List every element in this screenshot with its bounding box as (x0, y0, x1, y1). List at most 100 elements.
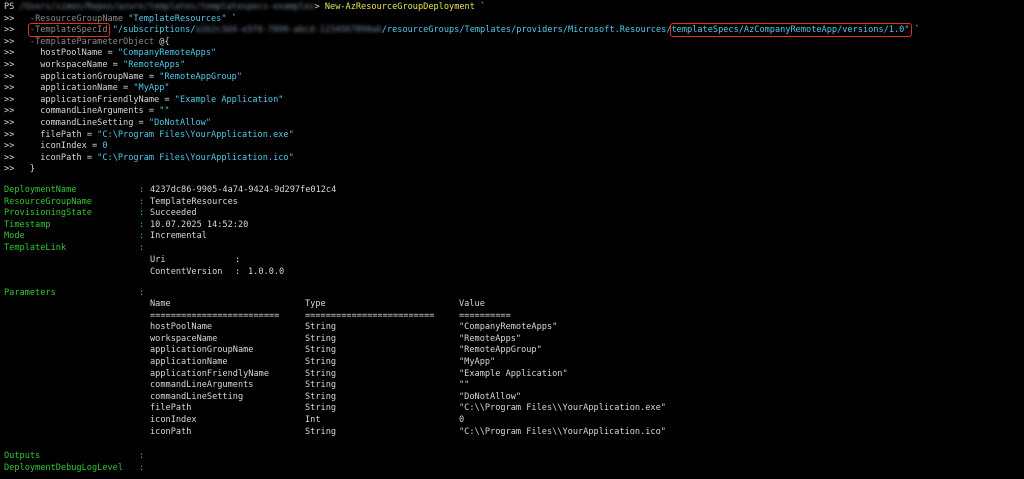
table-cell: "CompanyRemoteApps" (459, 322, 558, 333)
hashtable-entry: >> applicationFriendlyName = "Example Ap… (4, 95, 283, 107)
table-cell: "" (459, 380, 470, 391)
table-header: Type (305, 299, 326, 309)
hashtable-key: commandLineSetting (40, 118, 134, 128)
continuation-prompt: >> (4, 129, 15, 140)
table-cell: String (305, 403, 337, 414)
param-template-spec-id: -TemplateSpecId (27, 23, 110, 38)
hashtable-equals: = (81, 152, 98, 163)
table-cell: Int (305, 415, 321, 425)
continuation-prompt: >> (4, 94, 15, 105)
hashtable-value: "C:\Program Files\YourApplication.exe" (97, 129, 294, 140)
hashtable-value: "RemoteAppGroup" (159, 71, 243, 82)
template-link-version-value: 1.0.0.0 (248, 266, 285, 277)
hashtable-entry: >> applicationGroupName = "RemoteAppGrou… (4, 72, 242, 84)
table-cell: "RemoteAppGroup" (459, 345, 542, 356)
output-colon: : (139, 185, 145, 195)
hashtable-entry: >> iconIndex = 0 (4, 141, 108, 153)
hashtable-value: "MyApp" (133, 83, 170, 94)
output-colon: : (235, 266, 241, 277)
continuation-prompt: >> (4, 60, 15, 70)
param-value: "TemplateResources" (128, 13, 227, 24)
table-cell: commandLineArguments (150, 380, 254, 391)
ps-label: PS (4, 2, 15, 12)
table-cell: String (305, 333, 337, 344)
hashtable-equals: = (86, 141, 103, 152)
continuation-prompt: >> (4, 141, 15, 152)
prompt-gt: > (314, 2, 320, 12)
output-label: Outputs (4, 451, 41, 461)
hashtable-key: filePath (40, 129, 82, 140)
command-name: New-AzResourceGroupDeployment (324, 2, 475, 12)
continuation-prompt: >> (4, 48, 15, 59)
table-cell: applicationName (150, 357, 228, 367)
continuation-prompt: >> (4, 25, 15, 36)
line-continuation: ` (480, 2, 486, 12)
command-line: PS /Users/simon/Repos/azure/templates/te… (4, 2, 485, 14)
table-cell: "DoNotAllow" (459, 391, 522, 402)
table-cell: "RemoteApps" (459, 333, 522, 344)
continuation-prompt: >> (4, 152, 15, 163)
table-header: Value (459, 299, 485, 309)
hashtable-entry: >> commandLineArguments = "" (4, 106, 170, 118)
table-cell: "MyApp" (459, 357, 496, 367)
table-cell: 0 (459, 415, 465, 425)
terminal-window[interactable]: PS /Users/simon/Repos/azure/templates/te… (0, 0, 1024, 479)
hashtable-close: } (29, 164, 36, 175)
hashtable-key: hostPoolName (40, 48, 103, 59)
hashtable-entry: >> filePath = "C:\Program Files\YourAppl… (4, 130, 294, 142)
table-cell: String (305, 391, 337, 402)
redacted-subscription-id: a1b2c3d4-e5f6-7890-abcd-1234567890ab (195, 25, 382, 36)
table-cell: commandLineSetting (150, 391, 244, 402)
output-value: TemplateResources (150, 196, 238, 207)
line-continuation: ` (914, 25, 920, 36)
hashtable-key: commandLineArguments (40, 106, 144, 117)
continuation-prompt: >> (4, 106, 15, 117)
hashtable-value: "CompanyRemoteApps" (117, 48, 217, 59)
hashtable-key: iconPath (40, 152, 82, 163)
output-colon: : (139, 208, 145, 219)
hashtable-equals: = (143, 71, 160, 82)
hashtable-equals: = (143, 106, 160, 117)
hashtable-equals: = (133, 118, 149, 128)
hashtable-entry: >> applicationName = "MyApp" (4, 83, 170, 95)
table-cell: applicationGroupName (150, 345, 254, 356)
template-link-version-label: ContentVersion (150, 266, 223, 277)
output-value: Incremental (150, 231, 207, 242)
output-label: Parameters (4, 288, 56, 298)
output-colon: : (139, 462, 145, 473)
table-cell: iconIndex (150, 415, 197, 425)
command-line: >> -TemplateParameterObject @{ (4, 37, 170, 49)
output-value: Succeeded (150, 208, 197, 219)
command-line: >> -ResourceGroupName "TemplateResources… (4, 14, 237, 26)
table-cell: "Example Application" (459, 368, 568, 379)
table-cell: workspaceName (150, 333, 218, 344)
hashtable-entry: >> commandLineSetting = "DoNotAllow" (4, 118, 211, 130)
continuation-prompt: >> (4, 71, 15, 82)
table-header: Name (150, 299, 171, 309)
table-cell: applicationFriendlyName (150, 368, 269, 379)
redacted-path: /Users/simon/Repos/azure/templates/templ… (19, 2, 315, 12)
table-cell: String (305, 345, 337, 356)
hashtable-entry: >> workspaceName = "RemoteApps" (4, 60, 185, 72)
command-line: >> } (4, 164, 35, 176)
output-colon: : (139, 231, 145, 242)
continuation-prompt: >> (4, 164, 15, 175)
template-spec-version-path: templateSpecs/AzCompanyRemoteApp/version… (669, 23, 912, 38)
command-line: >> -TemplateSpecId "/subscriptions/a1b2c… (4, 23, 920, 38)
continuation-prompt: >> (4, 36, 15, 47)
output-label: Timestamp (4, 219, 51, 230)
hashtable-key: workspaceName (40, 60, 108, 70)
hashtable-value: "RemoteApps" (123, 60, 186, 70)
table-cell: String (305, 322, 337, 333)
param-resource-group-name: -ResourceGroupName (29, 13, 124, 24)
line-continuation: ` (231, 13, 237, 24)
hashtable-equals: = (81, 129, 98, 140)
hashtable-value: "Example Application" (174, 94, 284, 105)
hashtable-open: @{ (159, 36, 170, 47)
hashtable-equals: = (117, 83, 134, 94)
continuation-prompt: >> (4, 118, 15, 128)
output-label: ProvisioningState (4, 208, 92, 219)
table-cell: String (305, 368, 337, 379)
template-link-uri-label: Uri (150, 255, 166, 265)
output-colon: : (139, 219, 145, 230)
